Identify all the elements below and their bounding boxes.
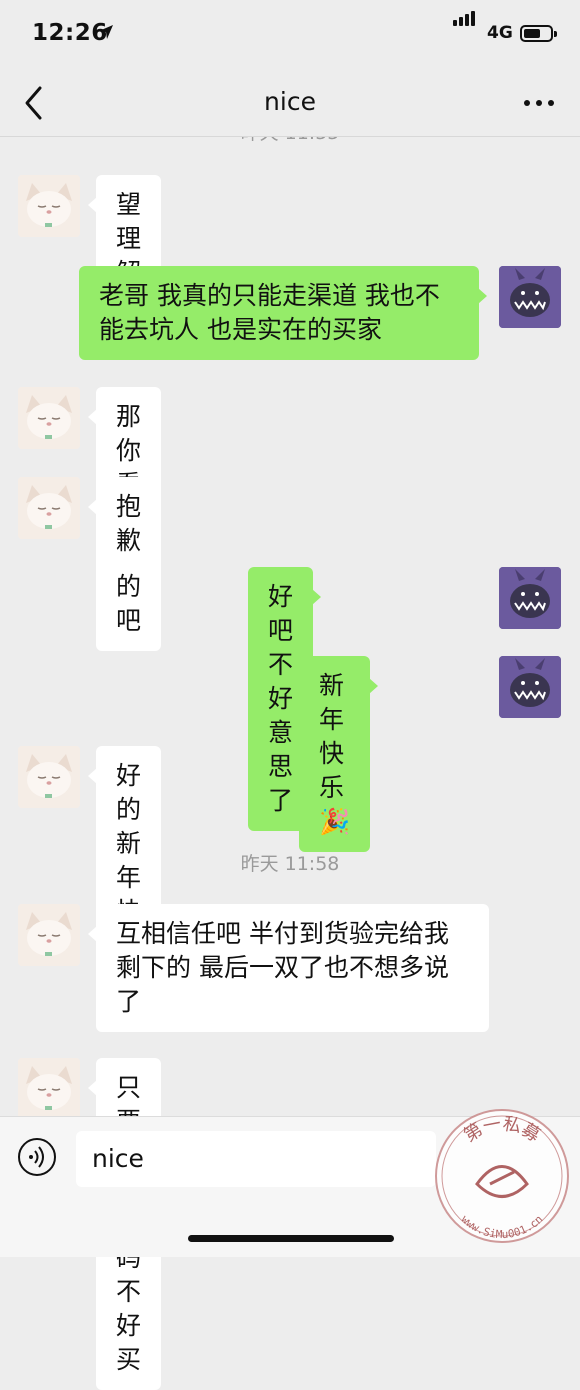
network-type: 4G [487, 23, 513, 43]
battery-icon [520, 25, 557, 42]
avatar-contact[interactable] [18, 387, 80, 449]
chat-header: nice [0, 70, 580, 137]
chat-title: nice [264, 87, 316, 116]
avatar-self[interactable] [499, 266, 561, 328]
message-input[interactable]: nice [76, 1131, 436, 1187]
watermark-seal: 第一私募 www.SiMu001.cn [435, 1109, 569, 1243]
avatar-self[interactable] [499, 656, 561, 718]
voice-icon[interactable] [17, 1137, 57, 1177]
avatar-contact[interactable] [18, 746, 80, 808]
message-bubble: 抱歉 [87, 477, 162, 571]
message-bubble: 互相信任吧 半付到货验完给我剩下的 最后一双了也不想多说了 [88, 904, 489, 1032]
avatar-contact[interactable] [18, 477, 80, 539]
timestamp-divider: 昨天 11:58 [240, 853, 340, 875]
more-dots-icon[interactable] [524, 92, 556, 112]
status-bar: 12:26 4G [0, 0, 580, 70]
avatar-contact[interactable] [18, 1058, 80, 1120]
location-arrow-icon [99, 25, 113, 39]
avatar-self[interactable] [499, 567, 561, 629]
avatar-contact[interactable] [18, 904, 80, 966]
avatar-contact[interactable] [18, 175, 80, 237]
status-time: 12:26 [32, 20, 108, 46]
message-bubble: 老哥 我真的只能走渠道 我也不能去坑人 也是实在的买家 [79, 266, 487, 360]
message-bubble: 新年快乐🎉 [299, 656, 379, 852]
home-indicator[interactable] [188, 1235, 394, 1242]
